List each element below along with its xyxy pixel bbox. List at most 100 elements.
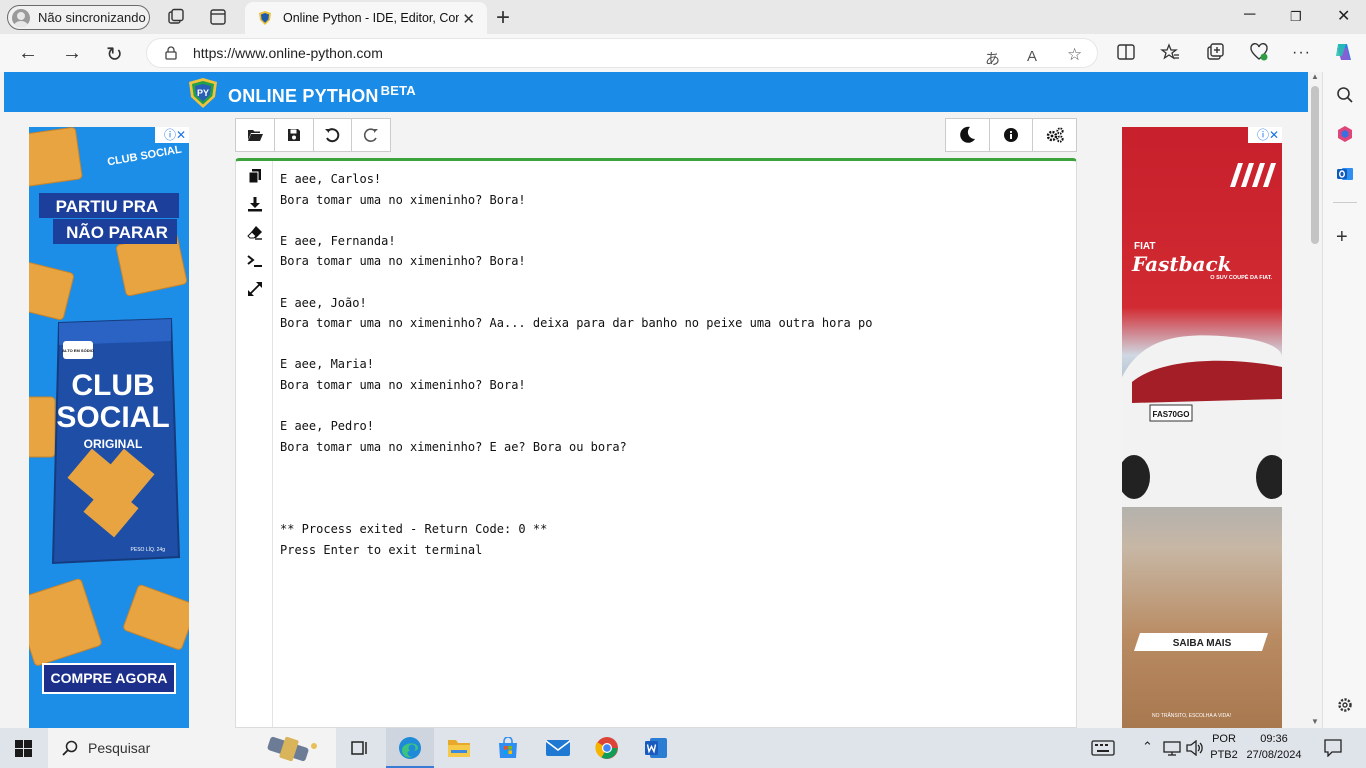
open-file-button[interactable] bbox=[236, 119, 275, 151]
more-options-icon[interactable]: ··· bbox=[1292, 44, 1311, 62]
ad-left-pack-variant: ORIGINAL bbox=[84, 437, 143, 451]
club-social-ad-art: CLUB SOCIAL PARTIU PRA NÃO PARAR ALTO EM… bbox=[29, 127, 189, 694]
favorite-star-icon[interactable]: ☆ bbox=[1067, 45, 1082, 65]
undo-icon bbox=[325, 128, 340, 143]
page-scrollbar[interactable]: ▲ ▼ bbox=[1308, 72, 1322, 728]
terminal-panel[interactable]: E aee, Carlos! Bora tomar uma no ximeninh… bbox=[235, 158, 1077, 728]
workspaces-icon[interactable] bbox=[167, 8, 185, 26]
edge-sidebar: + bbox=[1322, 72, 1366, 728]
fiat-fastback-ad-art: FIAT Fastback O SUV COUPÉ DA FIAT. FAS70… bbox=[1122, 163, 1282, 719]
taskbar-search[interactable]: Pesquisar bbox=[48, 728, 336, 768]
eraser-icon[interactable] bbox=[247, 224, 263, 240]
volume-icon[interactable] bbox=[1186, 740, 1204, 756]
windows-start-icon[interactable] bbox=[15, 740, 32, 757]
scroll-down-icon[interactable]: ▼ bbox=[1311, 717, 1319, 726]
tab-online-python[interactable]: Online Python - IDE, Editor, Compiler ✕ bbox=[245, 2, 487, 34]
collections-icon[interactable] bbox=[1205, 42, 1225, 62]
ad-banner-left[interactable]: CLUB SOCIAL PARTIU PRA NÃO PARAR ALTO EM… bbox=[29, 127, 189, 728]
undo-button[interactable] bbox=[314, 119, 353, 151]
save-button[interactable] bbox=[275, 119, 314, 151]
mail-icon[interactable] bbox=[545, 739, 571, 757]
chrome-icon[interactable] bbox=[595, 736, 619, 760]
terminal-line: Bora tomar uma no ximeninho? E ae? Bora … bbox=[280, 439, 627, 454]
settings-button[interactable] bbox=[1033, 119, 1076, 151]
add-sidebar-app-icon[interactable]: + bbox=[1336, 226, 1348, 249]
ad-right-maker: FIAT bbox=[1134, 241, 1155, 252]
copilot-icon[interactable] bbox=[1332, 40, 1356, 64]
site-brand[interactable]: ONLINE PYTHON BETA bbox=[228, 83, 416, 107]
file-explorer-icon[interactable] bbox=[447, 737, 471, 759]
online-python-logo-icon[interactable]: PY bbox=[187, 77, 219, 109]
terminal-line: Bora tomar uma no ximeninho? Bora! bbox=[280, 192, 526, 207]
favorites-icon[interactable] bbox=[1160, 42, 1180, 62]
ad-choices-icon[interactable]: ⓘ✕ bbox=[1248, 127, 1282, 143]
terminal-side-toolbar bbox=[236, 161, 273, 727]
search-icon[interactable] bbox=[1336, 86, 1354, 104]
sidebar-divider bbox=[1333, 202, 1357, 203]
minimize-icon[interactable]: ─ bbox=[1244, 6, 1255, 24]
tray-expand-icon[interactable]: ⌃ bbox=[1142, 739, 1153, 755]
word-icon[interactable] bbox=[644, 737, 668, 759]
taskbar-edge-button[interactable] bbox=[386, 728, 434, 768]
browser-tab-bar: Não sincronizando Online Python - IDE, E… bbox=[0, 0, 1366, 34]
ad-right-model: Fastback bbox=[1131, 252, 1232, 276]
terminal-line: Press Enter to exit terminal bbox=[280, 542, 483, 557]
scroll-up-icon[interactable]: ▲ bbox=[1311, 72, 1319, 81]
keyboard-layout-label: PTB2 bbox=[1210, 749, 1238, 761]
forward-icon[interactable]: → bbox=[62, 42, 82, 65]
profile-button[interactable]: Não sincronizando bbox=[7, 5, 150, 30]
read-aloud-icon[interactable]: A bbox=[1027, 48, 1037, 65]
terminal-line: E aee, Carlos! bbox=[280, 172, 382, 186]
task-view-icon[interactable] bbox=[351, 740, 369, 756]
terminal-icon[interactable] bbox=[247, 253, 263, 269]
notifications-icon[interactable] bbox=[1324, 739, 1342, 757]
url-input[interactable]: https://www.online-python.com あ A ☆ bbox=[146, 38, 1098, 68]
beta-badge: BETA bbox=[380, 83, 416, 98]
ad-choices-icon[interactable]: ⓘ✕ bbox=[155, 127, 189, 143]
copy-icon[interactable] bbox=[247, 168, 263, 184]
browser-essentials-icon[interactable] bbox=[1249, 42, 1269, 62]
taskbar-search-placeholder: Pesquisar bbox=[88, 740, 151, 756]
download-icon[interactable] bbox=[247, 196, 263, 212]
split-screen-icon[interactable] bbox=[1116, 42, 1136, 62]
outlook-icon[interactable] bbox=[1336, 165, 1354, 183]
keyboard-icon[interactable] bbox=[1091, 740, 1115, 756]
address-bar: ← → ↻ https://www.online-python.com あ A … bbox=[0, 34, 1366, 72]
microsoft-365-icon[interactable] bbox=[1336, 125, 1354, 143]
restore-icon[interactable]: ❐ bbox=[1290, 9, 1302, 25]
refresh-icon[interactable]: ↻ bbox=[106, 42, 123, 67]
url-text: https://www.online-python.com bbox=[193, 45, 383, 61]
translate-icon[interactable]: あ bbox=[985, 48, 1000, 69]
ad-banner-right[interactable]: FIAT Fastback O SUV COUPÉ DA FIAT. FAS70… bbox=[1122, 127, 1282, 728]
taskbar-search-icon bbox=[62, 740, 78, 756]
lock-icon[interactable] bbox=[165, 46, 177, 60]
ad-right-tagline: O SUV COUPÉ DA FIAT. bbox=[1210, 273, 1272, 281]
sidebar-settings-icon[interactable] bbox=[1336, 696, 1354, 714]
back-icon[interactable]: ← bbox=[18, 42, 38, 65]
microsoft-store-icon[interactable] bbox=[497, 737, 519, 759]
tab-close-icon[interactable]: ✕ bbox=[462, 10, 475, 28]
ad-right-plate: FAS70GO bbox=[1153, 410, 1190, 419]
logo-text: PY bbox=[197, 88, 209, 98]
edge-browser-icon bbox=[399, 737, 421, 759]
dark-mode-button[interactable] bbox=[946, 119, 990, 151]
language-indicator[interactable]: POR PTB2 bbox=[1206, 733, 1242, 761]
redo-button[interactable] bbox=[352, 119, 390, 151]
network-icon[interactable] bbox=[1163, 740, 1181, 756]
close-window-icon[interactable]: ✕ bbox=[1337, 6, 1350, 26]
new-tab-icon[interactable]: + bbox=[496, 4, 510, 32]
clock[interactable]: 09:36 27/08/2024 bbox=[1244, 733, 1304, 761]
terminal-line: E aee, Pedro! bbox=[280, 419, 374, 434]
expand-icon[interactable] bbox=[247, 281, 263, 297]
terminal-line: Bora tomar uma no ximeninho? Bora! bbox=[280, 254, 526, 269]
info-button[interactable] bbox=[990, 119, 1034, 151]
terminal-output[interactable]: E aee, Carlos! Bora tomar uma no ximeninh… bbox=[280, 169, 872, 560]
scroll-thumb[interactable] bbox=[1311, 86, 1319, 244]
ad-left-pack-brand-1: CLUB bbox=[71, 369, 154, 402]
tab-actions-icon[interactable] bbox=[209, 8, 227, 26]
brand-name: ONLINE PYTHON bbox=[228, 86, 379, 106]
